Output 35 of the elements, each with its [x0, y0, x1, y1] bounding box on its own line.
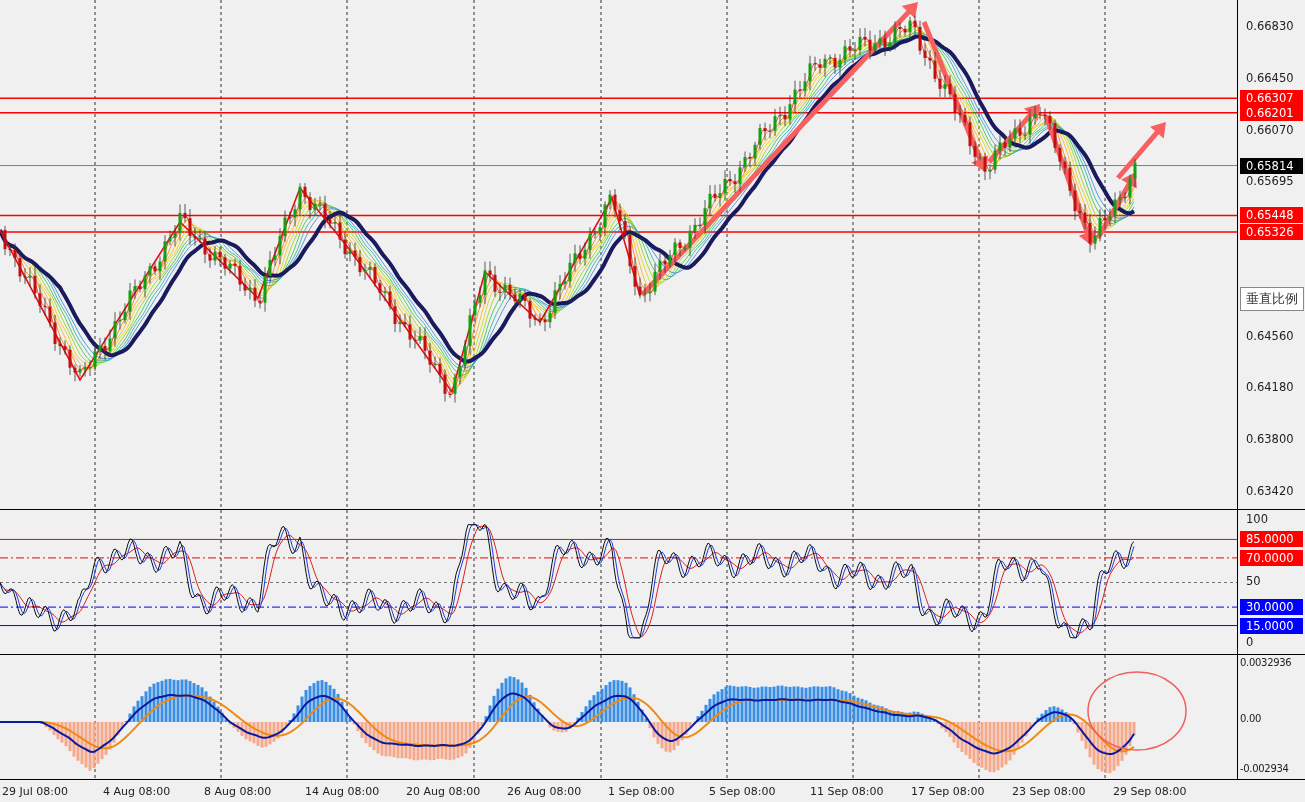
- time-axis-label: 11 Sep 08:00: [810, 784, 885, 798]
- price-tag: 0.65326: [1240, 224, 1303, 241]
- time-axis-label: 29 Sep 08:00: [1113, 784, 1188, 798]
- price-axis-label: 0.65695: [1246, 173, 1294, 188]
- level-tag: 15.0000: [1240, 617, 1303, 634]
- level-tag: 85.0000: [1240, 531, 1303, 548]
- price-axis-label: 0.66070: [1246, 122, 1294, 137]
- oscillator-axis-label: 100: [1246, 512, 1268, 526]
- price-axis-label: 0.64180: [1246, 380, 1294, 395]
- price-axis-label: 0.63420: [1246, 484, 1294, 498]
- macd-axis-label: 0.00: [1240, 713, 1262, 724]
- price-tag: 0.65814: [1240, 157, 1303, 174]
- level-tag: 70.0000: [1240, 549, 1303, 566]
- time-axis-label: 1 Sep 08:00: [608, 784, 676, 798]
- price-axis-label: 0.66450: [1246, 70, 1294, 85]
- time-axis-label: 14 Aug 08:00: [305, 784, 381, 798]
- oscillator-axis-label: 0: [1246, 635, 1254, 649]
- time-axis-label: 8 Aug 08:00: [204, 784, 273, 798]
- price-tag: 0.66307: [1240, 90, 1303, 107]
- time-axis-label: 4 Aug 08:00: [103, 784, 172, 798]
- oscillator-axis-label: 50: [1246, 573, 1261, 588]
- price-axis-label: 0.64560: [1246, 328, 1294, 343]
- time-axis-label: 20 Aug 08:00: [406, 784, 482, 798]
- level-tag: 30.0000: [1240, 599, 1303, 616]
- time-axis-label: 29 Jul 08:00: [2, 784, 69, 798]
- time-axis-label: 17 Sep 08:00: [911, 784, 986, 798]
- macd-axis-label: 0.0032936: [1240, 657, 1292, 668]
- tooltip: 垂直比例: [1240, 287, 1304, 311]
- price-tag: 0.65448: [1240, 207, 1303, 224]
- time-axis-label: 5 Sep 08:00: [709, 784, 777, 798]
- time-axis-label: 26 Aug 08:00: [507, 784, 583, 798]
- price-axis-label: 0.63800: [1246, 432, 1294, 447]
- price-axis-label: 0.66830: [1246, 19, 1294, 33]
- time-axis-label: 23 Sep 08:00: [1012, 784, 1087, 798]
- macd-axis-label: -0.002934: [1240, 762, 1289, 774]
